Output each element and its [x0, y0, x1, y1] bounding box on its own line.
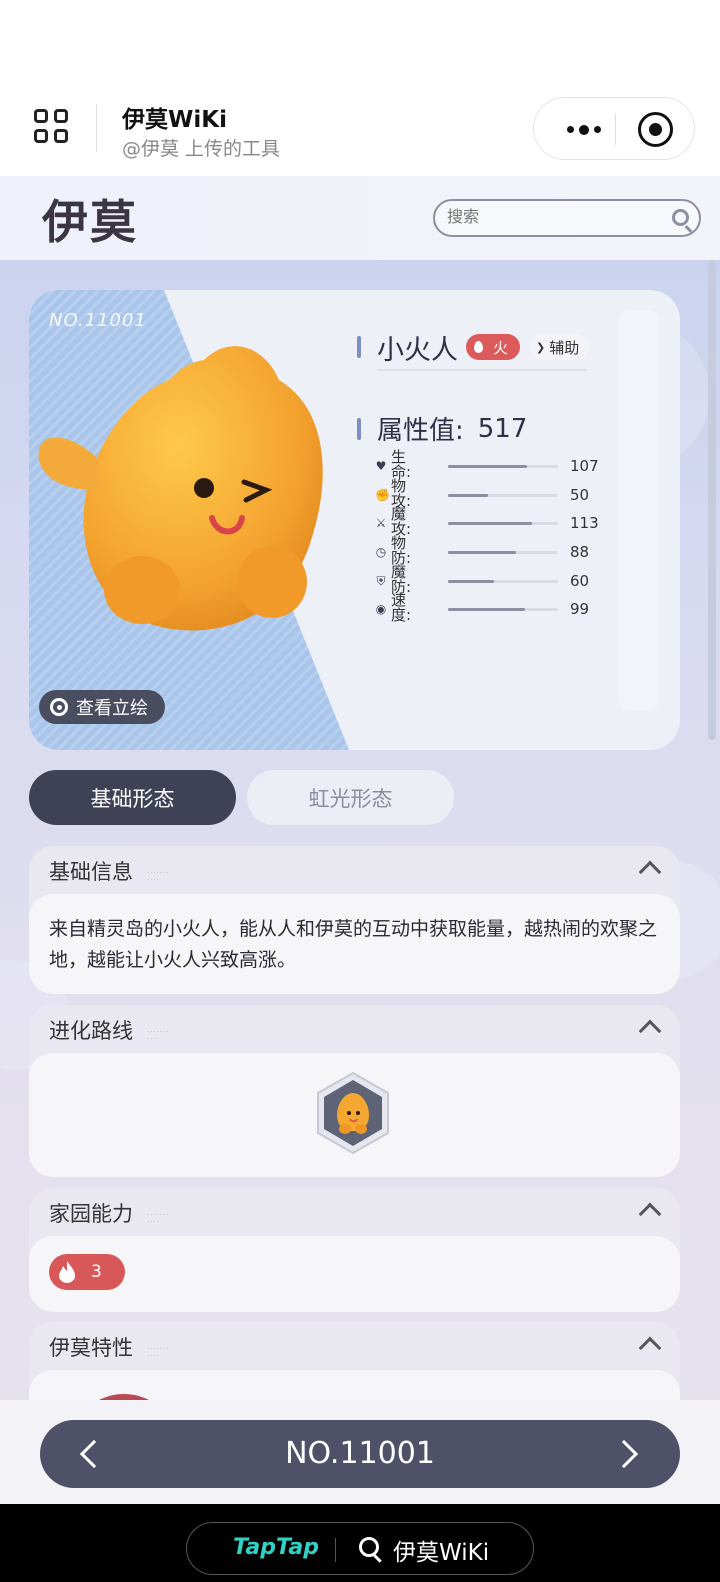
collapse-chevron-icon[interactable]: [638, 1202, 662, 1226]
description-text: 来自精灵岛的小火人，能从人和伊莫的互动中获取能量，越热闹的欢聚之地，越能让小火人…: [49, 918, 658, 971]
tab-rainbow-form[interactable]: 虹光形态: [247, 770, 454, 825]
section-home-ability: 家园能力 ······· ···· 3: [29, 1188, 680, 1312]
stat-row: ⛨ 魔防: 60: [375, 562, 615, 596]
miniprogram-subtitle: @伊莫 上传的工具: [122, 138, 281, 160]
taptap-search-pill[interactable]: TapTap 伊莫WiKi: [186, 1522, 534, 1575]
stat-row: ✊ 物攻: 50: [375, 476, 615, 510]
stat-value: 88: [570, 543, 590, 562]
section-title: 基础信息: [49, 860, 133, 884]
stat-bar: [448, 579, 558, 583]
total-value: 517: [477, 413, 528, 444]
evolution-stage-icon[interactable]: [315, 1071, 391, 1155]
stat-value: 99: [570, 600, 590, 619]
stat-row: ◷ 物防: 88: [375, 534, 615, 568]
target-icon: ◉: [375, 602, 387, 617]
view-art-label: 查看立绘: [76, 698, 148, 719]
stat-bar-fill: [448, 465, 528, 468]
stat-label: 魔攻:: [391, 505, 412, 539]
search-box: [433, 199, 701, 237]
scrollbar[interactable]: [708, 260, 716, 740]
stat-row: ⚔ 魔攻: 113: [375, 505, 615, 539]
stat-bar-fill: [448, 608, 525, 612]
stat-bar: [448, 522, 558, 526]
role-label: 辅助: [549, 338, 580, 357]
tab-basic-form[interactable]: 基础形态: [29, 770, 236, 825]
fire-icon: [59, 1261, 75, 1283]
section-header[interactable]: 进化路线 ······· ····: [29, 1005, 680, 1053]
stat-row: ◉ 速度: 99: [375, 591, 615, 625]
section-evolution: 进化路线 ······· ····: [29, 1005, 680, 1177]
collapse-chevron-icon[interactable]: [638, 860, 662, 884]
stat-label: 生命:: [391, 448, 412, 481]
miniprogram-header: 伊莫WiKi @伊莫 上传的工具: [0, 0, 720, 176]
name-row: 小火人 火 ❯ 辅助: [357, 330, 590, 366]
stat-bar-fill: [448, 551, 517, 555]
stat-value: 113: [570, 514, 599, 533]
element-badge: 火: [466, 334, 521, 360]
current-number: NO.11001: [285, 1436, 435, 1471]
view-icon: [50, 698, 68, 716]
stat-row: ♥ 生命: 107: [375, 448, 615, 481]
section-title: 进化路线: [49, 1019, 133, 1043]
stats-list: ♥ 生命: 107 ✊ 物攻: 50 ⚔ 魔攻: 113 ◷ 物防: 88 ⛨ 魔防: 60 ◉ 速度: 99: [375, 448, 615, 625]
section-title: 伊莫特性: [49, 1336, 133, 1360]
search-icon[interactable]: [672, 209, 689, 226]
section-header[interactable]: 伊莫特性 ······· ····: [29, 1322, 680, 1370]
capsule-menu: [533, 97, 695, 160]
stat-bar: [448, 465, 558, 468]
taptap-logo: TapTap: [233, 1535, 319, 1560]
home-ability-level: 3: [91, 1262, 102, 1282]
stat-bar: [448, 493, 558, 497]
section-basic-info: 基础信息 ······· ···· 来自精灵岛的小火人，能从人和伊莫的互动中获取能…: [29, 846, 680, 994]
stat-label: 物攻:: [391, 476, 412, 510]
element-label: 火: [493, 338, 509, 357]
number-navigator: NO.11001: [40, 1420, 680, 1488]
fire-icon: [474, 341, 483, 353]
role-badge: ❯ 辅助: [530, 334, 590, 360]
stat-bar-fill: [448, 579, 495, 583]
section-header[interactable]: 家园能力 ······· ····: [29, 1188, 680, 1236]
collapse-chevron-icon[interactable]: [638, 1019, 662, 1043]
card-number: NO.11001: [49, 310, 147, 331]
stat-bar: [448, 551, 558, 555]
total-stats-row: 属性值: 517: [357, 410, 527, 447]
taptap-label: 伊莫WiKi: [393, 1540, 490, 1566]
stat-label: 速度:: [391, 591, 412, 625]
section-title: 家园能力: [49, 1202, 133, 1226]
collapse-chevron-icon[interactable]: [638, 1336, 662, 1360]
stat-bar-fill: [448, 493, 488, 497]
heart-icon: ♥: [375, 459, 387, 473]
shield-icon: ⛨: [376, 573, 386, 588]
site-logo[interactable]: 伊莫: [42, 186, 138, 252]
stat-value: 60: [570, 571, 590, 590]
clock-icon: ◷: [375, 545, 387, 560]
stat-value: 107: [570, 457, 599, 475]
stat-label: 魔防:: [391, 562, 412, 596]
emo-name: 小火人: [377, 334, 458, 366]
emo-card: NO.11001 小火人 火 ❯ 辅助 属性值: 517 ♥ 生命: 107 ✊ 物攻:…: [29, 290, 680, 750]
header-divider: [96, 104, 97, 152]
view-art-button[interactable]: 查看立绘: [39, 690, 165, 724]
section-header[interactable]: 基础信息 ······· ····: [29, 846, 680, 894]
close-target-icon[interactable]: [638, 112, 673, 147]
sword-icon: ⚔: [375, 516, 387, 531]
search-input[interactable]: [445, 204, 665, 232]
stat-value: 50: [570, 485, 590, 504]
stat-bar: [448, 608, 558, 612]
total-label: 属性值:: [377, 416, 464, 446]
grid-menu-icon[interactable]: [34, 109, 70, 145]
stat-bar-fill: [448, 522, 532, 526]
home-ability-badge: 3: [49, 1254, 125, 1290]
more-icon[interactable]: [554, 98, 614, 161]
role-chevron-icon: ❯: [536, 340, 546, 354]
search-icon: [359, 1537, 379, 1557]
stat-label: 物防:: [391, 534, 412, 568]
miniprogram-title: 伊莫WiKi: [122, 107, 227, 133]
fist-icon: ✊: [375, 487, 390, 502]
